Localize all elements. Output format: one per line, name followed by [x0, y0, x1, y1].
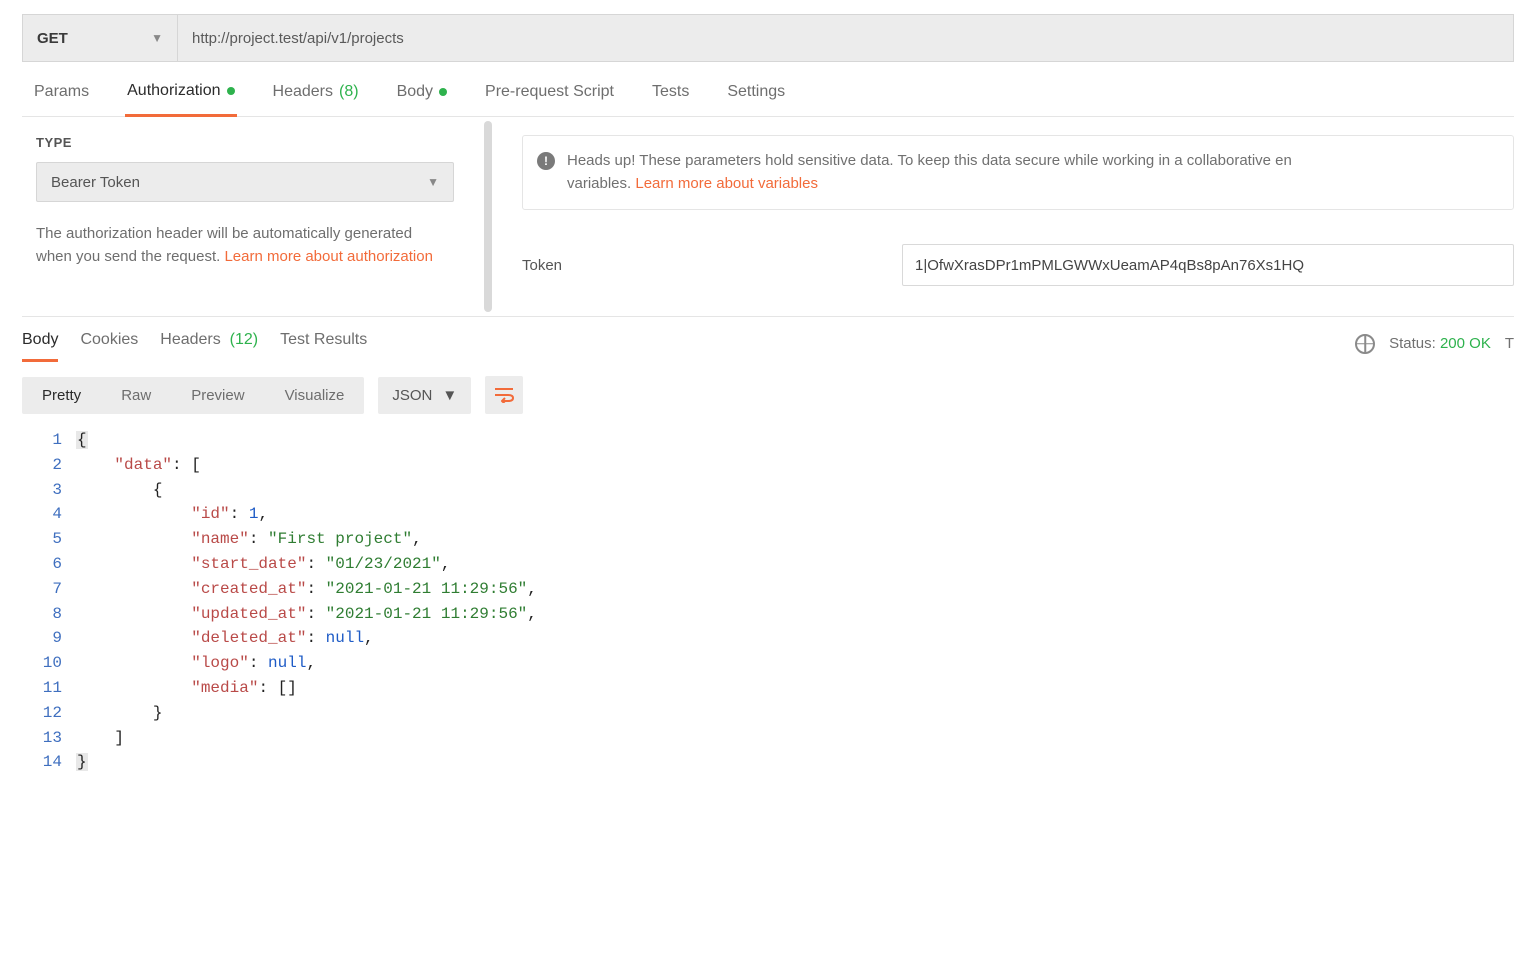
- alert-text-2: variables.: [567, 175, 635, 192]
- http-method-dropdown[interactable]: GET ▼: [22, 14, 177, 62]
- resp-tab-cookies[interactable]: Cookies: [80, 325, 138, 362]
- wrap-lines-button[interactable]: [485, 376, 523, 414]
- authorization-panel: TYPE Bearer Token ▼ The authorization he…: [22, 117, 1514, 317]
- token-label: Token: [522, 257, 862, 274]
- response-status: Status: 200 OK T: [1355, 334, 1514, 354]
- info-icon: !: [537, 152, 555, 170]
- auth-type-heading: TYPE: [36, 135, 478, 150]
- resp-tab-headers-label: Headers: [160, 331, 220, 348]
- learn-more-authorization-link[interactable]: Learn more about authorization: [224, 248, 432, 265]
- auth-description: The authorization header will be automat…: [36, 222, 436, 269]
- tab-tests-label: Tests: [652, 83, 689, 101]
- tab-authorization-label: Authorization: [127, 82, 220, 100]
- tab-body-label: Body: [397, 83, 433, 101]
- response-body-code[interactable]: 1234567891011121314 { "data": [ { "id": …: [22, 424, 1514, 779]
- status-trailing: T: [1505, 335, 1514, 352]
- tab-prerequest-label: Pre-request Script: [485, 83, 614, 101]
- response-body-toolbar: Pretty Raw Preview Visualize JSON ▼: [22, 376, 1514, 414]
- tab-headers[interactable]: Headers (8): [271, 78, 361, 116]
- tab-settings-label: Settings: [727, 83, 785, 101]
- chevron-down-icon: ▼: [427, 175, 439, 189]
- tab-params[interactable]: Params: [32, 78, 91, 116]
- view-preview[interactable]: Preview: [171, 377, 264, 414]
- dot-icon: [439, 88, 447, 96]
- resp-tab-headers-count: (12): [230, 331, 258, 348]
- sensitive-data-alert: ! Heads up! These parameters hold sensit…: [522, 135, 1514, 210]
- tab-settings[interactable]: Settings: [725, 78, 787, 116]
- auth-type-dropdown[interactable]: Bearer Token ▼: [36, 162, 454, 202]
- resp-tab-body[interactable]: Body: [22, 325, 58, 362]
- tab-body[interactable]: Body: [395, 78, 449, 116]
- status-label: Status:: [1389, 335, 1436, 352]
- learn-more-variables-link[interactable]: Learn more about variables: [635, 175, 818, 192]
- chevron-down-icon: ▼: [442, 387, 457, 404]
- tab-prerequest-script[interactable]: Pre-request Script: [483, 78, 616, 116]
- code-content: { "data": [ { "id": 1, "name": "First pr…: [76, 424, 537, 779]
- view-mode-group: Pretty Raw Preview Visualize: [22, 377, 364, 414]
- alert-body: Heads up! These parameters hold sensitiv…: [567, 150, 1292, 195]
- token-input[interactable]: [902, 244, 1514, 286]
- response-tabs: Body Cookies Headers (12) Test Results: [22, 325, 367, 362]
- authorization-right: ! Heads up! These parameters hold sensit…: [492, 117, 1514, 316]
- globe-icon[interactable]: [1355, 334, 1375, 354]
- authorization-left: TYPE Bearer Token ▼ The authorization he…: [22, 117, 492, 316]
- status-value: 200 OK: [1440, 335, 1491, 352]
- view-raw[interactable]: Raw: [101, 377, 171, 414]
- request-tabs: Params Authorization Headers (8) Body Pr…: [22, 62, 1514, 117]
- tab-headers-count: (8): [339, 83, 359, 101]
- view-visualize[interactable]: Visualize: [265, 377, 365, 414]
- resp-tab-body-label: Body: [22, 331, 58, 348]
- auth-type-value: Bearer Token: [51, 174, 140, 191]
- tab-tests[interactable]: Tests: [650, 78, 691, 116]
- request-url-input[interactable]: [177, 14, 1514, 62]
- dot-icon: [227, 87, 235, 95]
- line-gutter: 1234567891011121314: [22, 424, 76, 779]
- alert-text-1: Heads up! These parameters hold sensitiv…: [567, 152, 1292, 169]
- token-row: Token: [522, 244, 1514, 286]
- view-pretty[interactable]: Pretty: [22, 377, 101, 414]
- chevron-down-icon: ▼: [151, 31, 163, 45]
- resp-tab-cookies-label: Cookies: [80, 331, 138, 348]
- resp-tab-headers[interactable]: Headers (12): [160, 325, 258, 362]
- tab-params-label: Params: [34, 83, 89, 101]
- tab-authorization[interactable]: Authorization: [125, 78, 236, 117]
- response-bar: Body Cookies Headers (12) Test Results S…: [22, 325, 1514, 362]
- http-method-value: GET: [37, 30, 68, 47]
- language-dropdown[interactable]: JSON ▼: [378, 377, 471, 414]
- resp-tab-test-results[interactable]: Test Results: [280, 325, 367, 362]
- request-row: GET ▼: [22, 14, 1514, 62]
- scrollbar[interactable]: [484, 121, 492, 312]
- tab-headers-label: Headers: [273, 83, 333, 101]
- resp-tab-test-results-label: Test Results: [280, 331, 367, 348]
- language-value: JSON: [392, 387, 432, 404]
